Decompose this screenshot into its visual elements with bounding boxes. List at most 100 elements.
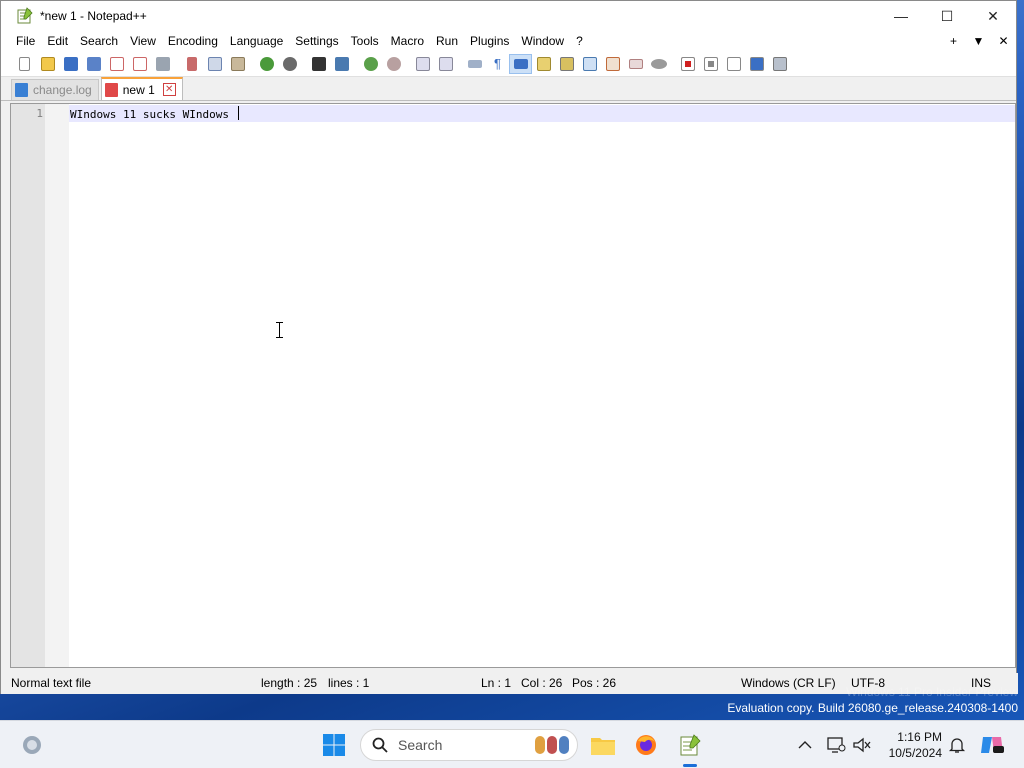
launch-browser-button[interactable]: [647, 54, 670, 74]
close-tab-icon[interactable]: ✕: [991, 34, 1016, 48]
notepad-plus-plus-taskbar-icon[interactable]: [676, 731, 704, 767]
menu-encoding[interactable]: Encoding: [162, 31, 224, 51]
zoom-in-button[interactable]: [359, 54, 382, 74]
browser-icon: [650, 58, 667, 69]
start-button[interactable]: [320, 731, 348, 759]
menu-plugins[interactable]: Plugins: [464, 31, 515, 51]
sync-vertical-icon: [415, 56, 430, 71]
save-all-button[interactable]: [82, 54, 105, 74]
indent-guide-icon: [513, 58, 528, 69]
watermark-edition: Windows 11 Pro Insider Preview: [846, 685, 1018, 699]
menu-macro[interactable]: Macro: [385, 31, 430, 51]
editor-text[interactable]: WIndows 11 sucks WIndows: [70, 106, 239, 123]
function-list-button[interactable]: [555, 54, 578, 74]
tab-close-icon[interactable]: ✕: [162, 83, 176, 96]
status-col: Col : 26: [521, 676, 563, 690]
redo-button[interactable]: [278, 54, 301, 74]
word-wrap-button[interactable]: [463, 54, 486, 74]
notification-bell-icon[interactable]: [943, 731, 971, 759]
doc-switcher-button[interactable]: [578, 54, 601, 74]
menu-view[interactable]: View: [124, 31, 162, 51]
stop-recording-button[interactable]: [699, 54, 722, 74]
doc-switcher-icon: [582, 56, 597, 71]
minimize-button[interactable]: —: [878, 1, 924, 31]
menu-window[interactable]: Window: [515, 31, 570, 51]
play-icon: [726, 56, 741, 71]
tab-change-log[interactable]: change.log: [11, 79, 99, 100]
function-list-icon: [559, 56, 574, 71]
menu-language[interactable]: Language: [224, 31, 289, 51]
replace-button[interactable]: [330, 54, 353, 74]
close-icon: ✕: [987, 7, 999, 24]
clock-date: 10/5/2024: [888, 746, 942, 760]
title-bar[interactable]: *new 1 - Notepad++ — ☐ ✕: [1, 1, 1016, 31]
cut-button[interactable]: [180, 54, 203, 74]
new-file-icon: [19, 56, 30, 71]
undo-button[interactable]: [255, 54, 278, 74]
copilot-icon[interactable]: [978, 731, 1006, 759]
save-button[interactable]: [59, 54, 82, 74]
folder-as-workspace-button[interactable]: [601, 54, 624, 74]
line-number-margin: [11, 104, 45, 667]
new-tab-icon[interactable]: +: [941, 34, 966, 48]
playback-macro-button[interactable]: [722, 54, 745, 74]
new-file-button[interactable]: [13, 54, 36, 74]
menu-help[interactable]: ?: [570, 31, 589, 51]
line-number: 1: [36, 107, 43, 120]
indent-guide-button[interactable]: [509, 53, 532, 74]
status-lines: lines : 1: [328, 676, 370, 690]
paste-button[interactable]: [226, 54, 249, 74]
tab-new-1[interactable]: new 1 ✕: [100, 77, 183, 100]
zoom-out-button[interactable]: [382, 54, 405, 74]
show-all-characters-button[interactable]: ¶: [486, 54, 509, 74]
save-macro-button[interactable]: [768, 54, 791, 74]
document-map-button[interactable]: [532, 54, 555, 74]
network-icon[interactable]: [822, 731, 850, 759]
fast-forward-icon: [749, 56, 764, 71]
tab-label: change.log: [33, 83, 92, 97]
menu-settings[interactable]: Settings: [289, 31, 344, 51]
word-wrap-icon: [467, 59, 482, 68]
run-macro-multiple-button[interactable]: [745, 54, 768, 74]
monitoring-button[interactable]: [624, 54, 647, 74]
close-file-icon: [109, 56, 124, 71]
menu-run[interactable]: Run: [430, 31, 464, 51]
close-all-icon: [132, 56, 147, 71]
firefox-icon[interactable]: [632, 731, 660, 759]
menu-search[interactable]: Search: [74, 31, 124, 51]
save-icon: [63, 56, 78, 71]
chevron-up-icon[interactable]: [791, 731, 819, 759]
menu-tools[interactable]: Tools: [345, 31, 385, 51]
record-macro-button[interactable]: [676, 54, 699, 74]
sync-vertical-button[interactable]: [411, 54, 434, 74]
print-button[interactable]: [151, 54, 174, 74]
notepad-plus-plus-window: *new 1 - Notepad++ — ☐ ✕ File Edit Searc…: [0, 0, 1018, 694]
stop-icon: [703, 56, 718, 71]
close-button[interactable]: ✕: [970, 1, 1016, 31]
window-title: *new 1 - Notepad++: [40, 9, 147, 23]
sync-horizontal-icon: [438, 56, 453, 71]
sync-horizontal-button[interactable]: [434, 54, 457, 74]
document-map-icon: [536, 56, 551, 71]
file-explorer-icon[interactable]: [589, 731, 617, 759]
close-all-button[interactable]: [128, 54, 151, 74]
maximize-button[interactable]: ☐: [924, 1, 970, 31]
search-icon: [372, 737, 388, 753]
record-icon: [680, 56, 695, 71]
find-button[interactable]: [307, 54, 330, 74]
open-file-button[interactable]: [36, 54, 59, 74]
status-pos: Pos : 26: [572, 676, 617, 690]
save-macro-icon: [772, 56, 787, 71]
status-length: length : 25: [261, 676, 318, 690]
menu-edit[interactable]: Edit: [41, 31, 74, 51]
system-clock[interactable]: 1:16 PM 10/5/2024: [878, 729, 942, 761]
tab-list-icon[interactable]: ▼: [966, 34, 991, 48]
close-button-tb[interactable]: [105, 54, 128, 74]
taskbar-search-box[interactable]: Search: [360, 729, 578, 761]
menu-file[interactable]: File: [10, 31, 41, 51]
status-file-type: Normal text file: [11, 676, 92, 690]
volume-icon[interactable]: [848, 731, 876, 759]
copy-button[interactable]: [203, 54, 226, 74]
text-editor[interactable]: 1 WIndows 11 sucks WIndows: [10, 103, 1016, 668]
widgets-icon[interactable]: [18, 731, 46, 759]
